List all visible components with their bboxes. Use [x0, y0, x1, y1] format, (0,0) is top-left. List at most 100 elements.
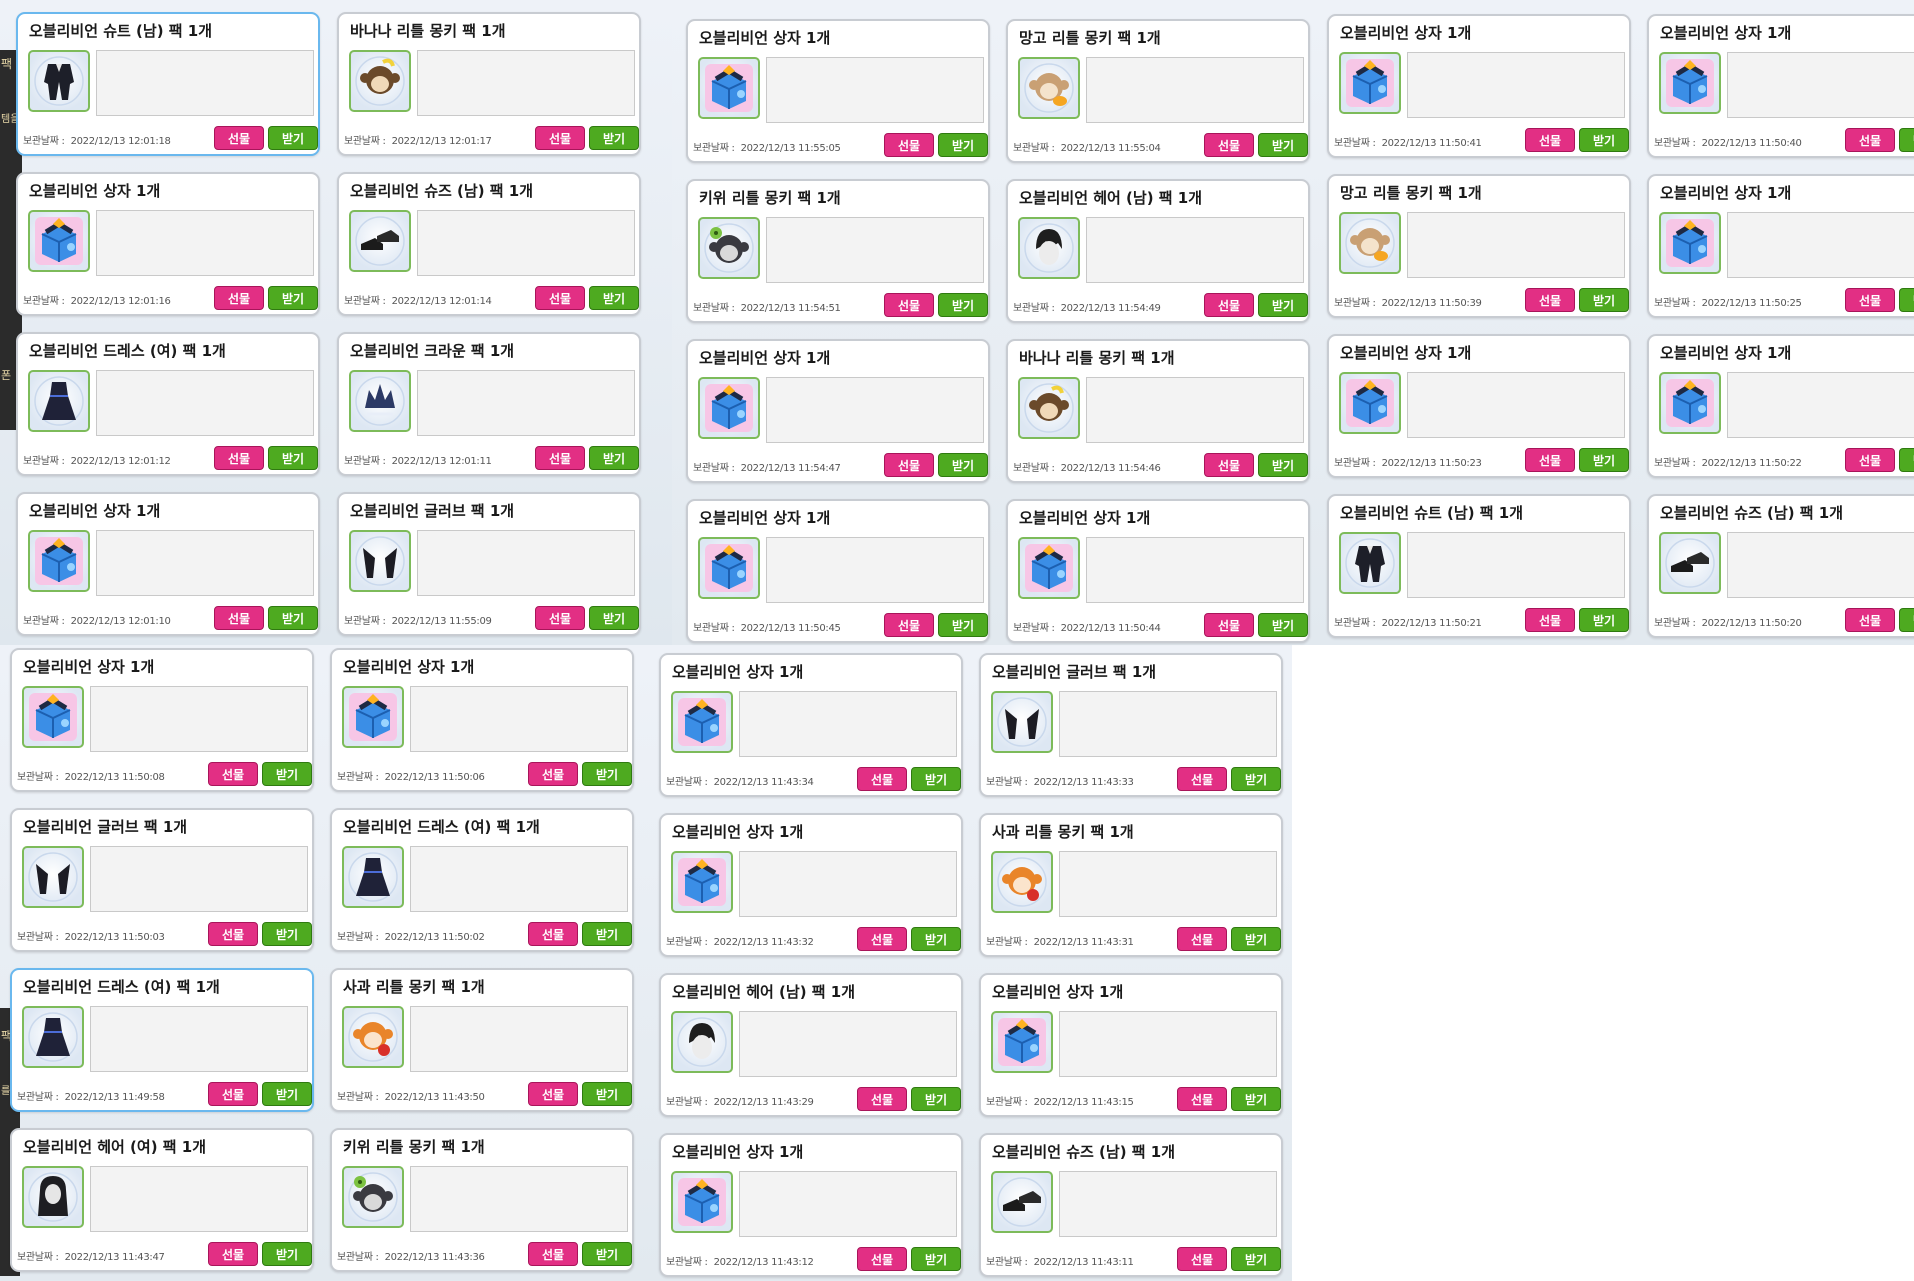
gift-button[interactable]: 선물	[535, 286, 585, 310]
storage-item-card[interactable]: 오블리비언 슈트 (남) 팩 1개 보관날짜 : 2022/12/13 11:50…	[1327, 494, 1631, 638]
gift-button[interactable]: 선물	[1525, 288, 1575, 312]
gift-button[interactable]: 선물	[528, 1242, 578, 1266]
storage-item-card[interactable]: 오블리비언 상자 1개 보관날짜 : 2022/12/13 11:50:22 선물…	[1647, 334, 1914, 478]
gift-button[interactable]: 선물	[857, 1247, 907, 1271]
gift-button[interactable]: 선물	[528, 922, 578, 946]
gift-button[interactable]: 선물	[208, 1082, 258, 1106]
gift-button[interactable]: 선물	[1525, 448, 1575, 472]
storage-item-card[interactable]: 오블리비언 슈트 (남) 팩 1개 보관날짜 : 2022/12/13 12:01…	[16, 12, 320, 156]
gift-button[interactable]: 선물	[884, 133, 934, 157]
storage-item-card[interactable]: 오블리비언 상자 1개 보관날짜 : 2022/12/13 11:43:34 선물…	[659, 653, 963, 797]
storage-item-card[interactable]: 오블리비언 상자 1개 보관날짜 : 2022/12/13 11:50:06 선물…	[330, 648, 634, 792]
receive-button[interactable]: 받기	[1258, 133, 1308, 157]
storage-item-card[interactable]: 오블리비언 헤어 (남) 팩 1개 보관날짜 : 2022/12/13 11:54…	[1006, 179, 1310, 323]
storage-item-card[interactable]: 사과 리틀 몽키 팩 1개 보관날짜 :2022/12/13 11:43:50 …	[330, 968, 634, 1112]
receive-button[interactable]: 받기	[262, 922, 312, 946]
receive-button[interactable]: 받기	[911, 927, 961, 951]
gift-button[interactable]: 선물	[1177, 1087, 1227, 1111]
gift-button[interactable]: 선물	[884, 613, 934, 637]
gift-button[interactable]: 선물	[1845, 608, 1895, 632]
storage-item-card[interactable]: 오블리비언 상자 1개 보관날짜 : 2022/12/13 11:50:25 선물…	[1647, 174, 1914, 318]
storage-item-card[interactable]: 오블리비언 상자 1개 보관날짜 : 2022/12/13 11:43:15 선물…	[979, 973, 1283, 1117]
gift-button[interactable]: 선물	[214, 446, 264, 470]
storage-item-card[interactable]: 오블리비언 헤어 (남) 팩 1개 보관날짜 : 2022/12/13 11:43…	[659, 973, 963, 1117]
receive-button[interactable]: 받기	[589, 606, 639, 630]
gift-button[interactable]: 선물	[1525, 128, 1575, 152]
receive-button[interactable]: 받기	[938, 613, 988, 637]
gift-button[interactable]: 선물	[214, 286, 264, 310]
receive-button[interactable]: 받기	[589, 126, 639, 150]
storage-item-card[interactable]: 오블리비언 드레스 (여) 팩 1개 보관날짜 : 2022/12/13 11:4…	[10, 968, 314, 1112]
storage-item-card[interactable]: 오블리비언 상자 1개 보관날짜 : 2022/12/13 11:50:40 선물…	[1647, 14, 1914, 158]
storage-item-card[interactable]: 오블리비언 상자 1개 보관날짜 : 2022/12/13 11:50:23 선물…	[1327, 334, 1631, 478]
receive-button[interactable]: 받기	[938, 133, 988, 157]
receive-button[interactable]: 받기	[262, 762, 312, 786]
gift-button[interactable]: 선물	[535, 606, 585, 630]
storage-item-card[interactable]: 오블리비언 드레스 (여) 팩 1개 보관날짜 : 2022/12/13 11:5…	[330, 808, 634, 952]
storage-item-card[interactable]: 오블리비언 글러브 팩 1개 보관날짜 : 2022/12/13 11:43:33…	[979, 653, 1283, 797]
gift-button[interactable]: 선물	[214, 126, 264, 150]
storage-item-card[interactable]: 오블리비언 상자 1개 보관날짜 : 2022/12/13 11:55:05 선물…	[686, 19, 990, 163]
gift-button[interactable]: 선물	[1845, 448, 1895, 472]
receive-button[interactable]: 받기	[262, 1082, 312, 1106]
receive-button[interactable]: 받기	[911, 1087, 961, 1111]
receive-button[interactable]: 받기	[1231, 767, 1281, 791]
storage-item-card[interactable]: 오블리비언 크라운 팩 1개 보관날짜 : 2022/12/13 12:01:11…	[337, 332, 641, 476]
gift-button[interactable]: 선물	[1204, 133, 1254, 157]
gift-button[interactable]: 선물	[214, 606, 264, 630]
storage-item-card[interactable]: 키위 리틀 몽키 팩 1개 보관날짜 :2022/12/13 11:54:51 …	[686, 179, 990, 323]
gift-button[interactable]: 선물	[535, 446, 585, 470]
receive-button[interactable]: 받기	[1231, 927, 1281, 951]
storage-item-card[interactable]: 망고 리틀 몽키 팩 1개 보관날짜 :2022/12/13 11:55:04 …	[1006, 19, 1310, 163]
gift-button[interactable]: 선물	[857, 927, 907, 951]
storage-item-card[interactable]: 오블리비언 글러브 팩 1개 보관날짜 : 2022/12/13 11:55:09…	[337, 492, 641, 636]
storage-item-card[interactable]: 오블리비언 상자 1개 보관날짜 : 2022/12/13 11:50:08 선물…	[10, 648, 314, 792]
gift-button[interactable]: 선물	[1525, 608, 1575, 632]
receive-button[interactable]: 받기	[1899, 288, 1914, 312]
gift-button[interactable]: 선물	[1204, 453, 1254, 477]
storage-item-card[interactable]: 오블리비언 상자 1개 보관날짜 : 2022/12/13 11:50:45 선물…	[686, 499, 990, 643]
receive-button[interactable]: 받기	[1231, 1247, 1281, 1271]
receive-button[interactable]: 받기	[268, 446, 318, 470]
receive-button[interactable]: 받기	[911, 1247, 961, 1271]
gift-button[interactable]: 선물	[528, 762, 578, 786]
receive-button[interactable]: 받기	[1258, 293, 1308, 317]
storage-item-card[interactable]: 오블리비언 상자 1개 보관날짜 : 2022/12/13 11:43:12 선물…	[659, 1133, 963, 1277]
receive-button[interactable]: 받기	[1258, 613, 1308, 637]
gift-button[interactable]: 선물	[1845, 128, 1895, 152]
storage-item-card[interactable]: 사과 리틀 몽키 팩 1개 보관날짜 :2022/12/13 11:43:31 …	[979, 813, 1283, 957]
storage-item-card[interactable]: 오블리비언 상자 1개 보관날짜 : 2022/12/13 12:01:16 선물…	[16, 172, 320, 316]
gift-button[interactable]: 선물	[857, 1087, 907, 1111]
gift-button[interactable]: 선물	[1177, 1247, 1227, 1271]
receive-button[interactable]: 받기	[1579, 448, 1629, 472]
storage-item-card[interactable]: 오블리비언 슈즈 (남) 팩 1개 보관날짜 : 2022/12/13 11:50…	[1647, 494, 1914, 638]
receive-button[interactable]: 받기	[1579, 288, 1629, 312]
gift-button[interactable]: 선물	[1845, 288, 1895, 312]
storage-item-card[interactable]: 오블리비언 글러브 팩 1개 보관날짜 : 2022/12/13 11:50:03…	[10, 808, 314, 952]
gift-button[interactable]: 선물	[1177, 927, 1227, 951]
gift-button[interactable]: 선물	[857, 767, 907, 791]
gift-button[interactable]: 선물	[208, 922, 258, 946]
receive-button[interactable]: 받기	[911, 767, 961, 791]
receive-button[interactable]: 받기	[268, 606, 318, 630]
gift-button[interactable]: 선물	[884, 293, 934, 317]
storage-item-card[interactable]: 오블리비언 슈즈 (남) 팩 1개 보관날짜 : 2022/12/13 11:43…	[979, 1133, 1283, 1277]
storage-item-card[interactable]: 망고 리틀 몽키 팩 1개 보관날짜 :2022/12/13 11:50:39 …	[1327, 174, 1631, 318]
gift-button[interactable]: 선물	[208, 762, 258, 786]
gift-button[interactable]: 선물	[1204, 613, 1254, 637]
receive-button[interactable]: 받기	[1579, 128, 1629, 152]
receive-button[interactable]: 받기	[582, 1082, 632, 1106]
storage-item-card[interactable]: 오블리비언 헤어 (여) 팩 1개 보관날짜 : 2022/12/13 11:43…	[10, 1128, 314, 1272]
receive-button[interactable]: 받기	[1258, 453, 1308, 477]
storage-item-card[interactable]: 오블리비언 상자 1개 보관날짜 : 2022/12/13 11:54:47 선물…	[686, 339, 990, 483]
receive-button[interactable]: 받기	[582, 762, 632, 786]
storage-item-card[interactable]: 바나나 리틀 몽키 팩 1개 보관날짜 : 2022/12/13 11:54:46…	[1006, 339, 1310, 483]
receive-button[interactable]: 받기	[1579, 608, 1629, 632]
receive-button[interactable]: 받기	[1899, 448, 1914, 472]
storage-item-card[interactable]: 바나나 리틀 몽키 팩 1개 보관날짜 : 2022/12/13 12:01:17…	[337, 12, 641, 156]
storage-item-card[interactable]: 오블리비언 드레스 (여) 팩 1개 보관날짜 : 2022/12/13 12:0…	[16, 332, 320, 476]
receive-button[interactable]: 받기	[1231, 1087, 1281, 1111]
receive-button[interactable]: 받기	[582, 1242, 632, 1266]
storage-item-card[interactable]: 오블리비언 상자 1개 보관날짜 : 2022/12/13 11:50:41 선물…	[1327, 14, 1631, 158]
receive-button[interactable]: 받기	[1899, 128, 1914, 152]
